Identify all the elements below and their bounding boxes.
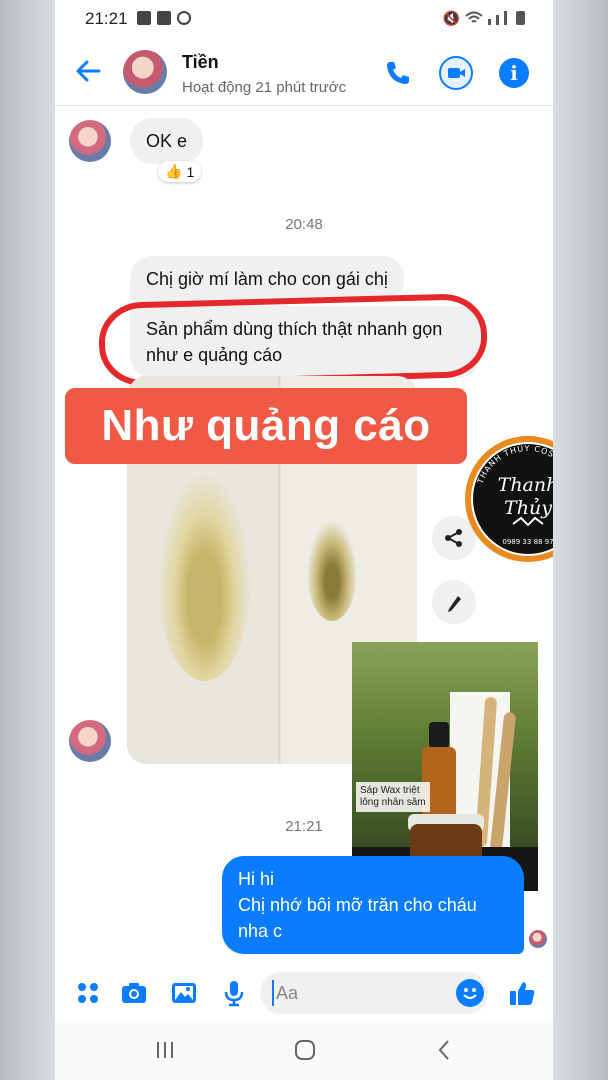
info-icon: i [510,61,518,85]
microphone-icon [224,981,244,1007]
status-system-icons: 🔇 [443,11,525,25]
image-gallery-icon [172,983,196,1003]
read-receipt-avatar [529,930,547,948]
product-photo-overlay: Sáp Wax triệt lông nhân sâm [352,642,538,891]
logo-crown-icon [512,516,544,527]
sender-avatar[interactable] [69,720,111,762]
message-input-container[interactable] [260,972,488,1014]
phone-icon [387,62,409,84]
chevron-left-icon [438,1040,449,1060]
product-caption: Sáp Wax triệt lông nhân sâm [356,782,430,812]
message-text: Chị giờ mí làm cho con gái chị [146,269,388,289]
frame-left [0,0,55,1080]
back-button[interactable] [73,56,105,88]
wifi-icon [465,11,483,23]
smiley-icon [463,988,477,999]
message-text: Chị nhớ bôi mỡ trăn cho cháu nha c [238,895,477,941]
messenger-icon [177,11,191,25]
four-dots-icon [78,983,98,1003]
voice-call-button[interactable] [383,58,415,90]
message-bubble-incoming[interactable]: Chị giờ mí làm cho con gái chị [130,256,404,302]
message-bubble-outgoing[interactable]: Hi hi Chị nhớ bôi mỡ trăn cho cháu nha c [222,856,524,954]
logo-name-2: Thủy [504,497,552,519]
recent-apps-button[interactable] [153,1038,177,1062]
serum-bottle-cap [429,722,449,748]
contact-avatar[interactable] [123,50,167,94]
pencil-icon [448,596,461,612]
system-navigation-bar [55,1020,553,1080]
signal-bar-icon [504,11,507,25]
highlight-ring [97,292,489,388]
camera-icon [122,983,146,1003]
message-bubble-incoming[interactable]: OK e [130,118,204,164]
message-text: OK e [146,131,188,151]
checkbox-icon [157,11,171,25]
status-bar: 21:21 🔇 [55,0,553,38]
thumbs-up-icon [510,982,535,1005]
like-button[interactable] [507,978,537,1008]
video-camera-icon [448,68,465,78]
message-text: Hi hi [238,869,275,889]
gallery-button[interactable] [169,978,199,1008]
recent-apps-icon [157,1042,173,1058]
message-list[interactable]: OK e 👍 1 20:48 Chị giờ mí làm cho con gá… [55,106,553,968]
message-input[interactable] [272,980,442,1006]
logo-name-1: Thanh [498,474,553,496]
camera-button[interactable] [119,978,149,1008]
logo-ring-text: THANH THỦY COSMETIC Thanh Thủy 0989 33 8… [475,442,553,546]
home-button[interactable] [293,1038,317,1062]
battery-icon [516,11,525,25]
home-icon [295,1040,315,1060]
frame-right [553,0,608,1080]
system-back-button[interactable] [433,1038,457,1062]
logo-phone: 0989 33 88 97 [502,538,553,546]
reaction-count: 1 [186,163,195,180]
video-call-button[interactable] [439,56,473,90]
arrow-left-icon [76,60,101,82]
more-actions-button[interactable] [73,978,103,1008]
sender-avatar[interactable] [69,120,111,162]
status-time: 21:21 [85,9,128,28]
wax-residue-right [307,521,357,621]
image-icon [137,11,151,25]
wax-residue-left [157,471,252,681]
emoji-button[interactable] [456,979,484,1007]
share-icon [445,529,462,547]
contact-name[interactable]: Tiền [182,52,219,73]
message-composer [55,968,553,1020]
voice-message-button[interactable] [219,978,249,1008]
edit-button[interactable] [432,580,476,624]
contact-status: Hoạt động 21 phút trước [182,79,347,96]
message-reaction[interactable]: 👍 1 [158,161,202,182]
message-timestamp: 20:48 [285,216,323,233]
mute-icon: 🔇 [442,10,460,26]
message-timestamp: 21:21 [285,818,323,835]
signal-bar-icon [496,15,499,25]
thumbs-up-reaction-icon: 👍 [165,163,183,179]
signal-bar-icon [488,19,491,25]
phone-screen: 21:21 🔇 Tiền Hoạt động 21 phút trước i O… [55,0,553,1080]
status-notification-icons [137,11,191,25]
promo-banner: Như quảng cáo [65,388,467,464]
info-button[interactable]: i [499,58,529,88]
chat-header: Tiền Hoạt động 21 phút trước i [55,38,553,106]
brand-logo: THANH THỦY COSMETIC Thanh Thủy 0989 33 8… [465,436,553,562]
